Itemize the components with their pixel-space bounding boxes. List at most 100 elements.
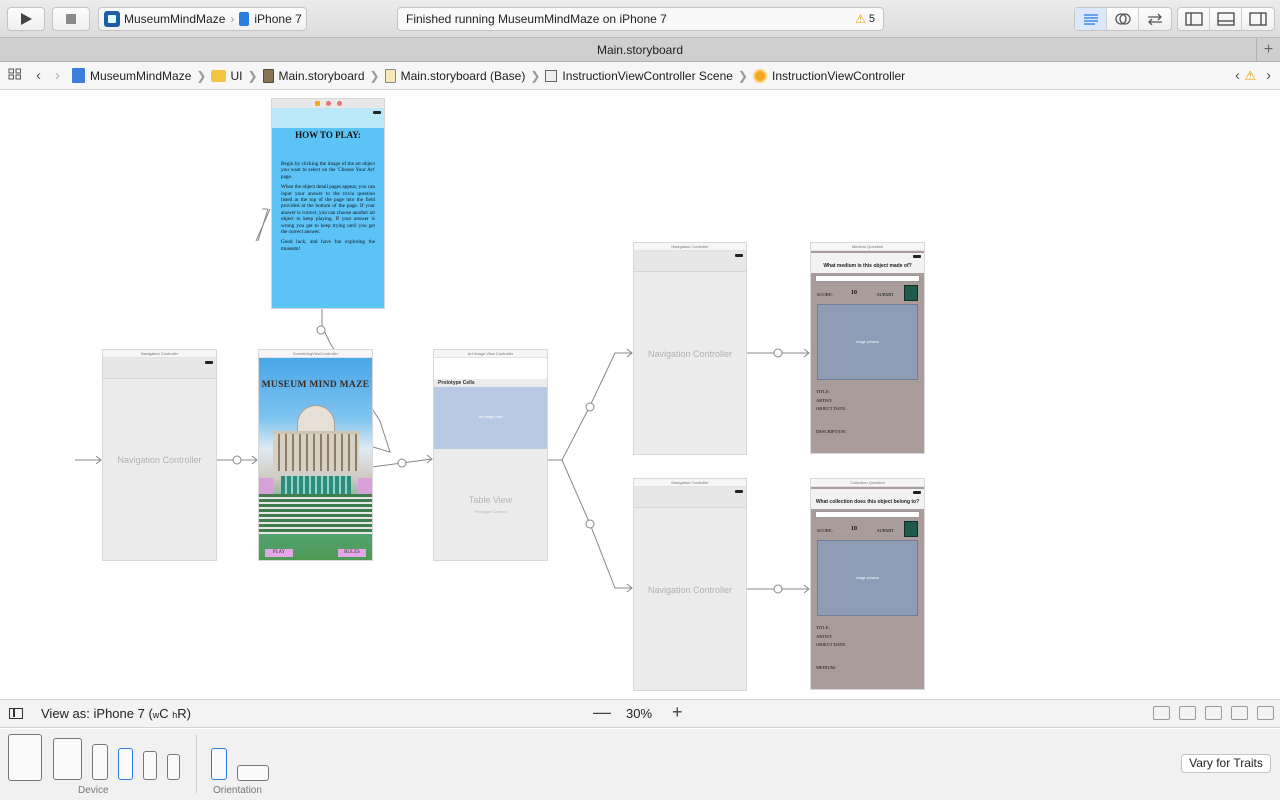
instructions-paragraph: Begin by clicking the image of the art o… <box>281 161 375 180</box>
width-trait: C <box>159 706 173 721</box>
chevron-right-icon: ❯ <box>530 68 541 83</box>
next-issue-button[interactable]: › <box>1266 67 1271 84</box>
iphone-icon <box>239 12 250 26</box>
table-view-sublabel: Prototype Content <box>474 509 507 514</box>
zoom-in-button[interactable]: + <box>672 702 683 723</box>
jump-bar: ‹ › MuseumMindMaze ❯ UI ❯ Main.storyboar… <box>0 62 1280 90</box>
ipad-device[interactable] <box>53 738 82 780</box>
meta-date: OBJECT DATE: <box>816 406 847 411</box>
pin-icon[interactable] <box>1257 706 1274 720</box>
rules-button[interactable]: RULES <box>338 549 366 557</box>
height-trait: R) <box>177 706 192 721</box>
chevron-right-icon: › <box>230 12 235 26</box>
answer-field[interactable] <box>815 275 920 282</box>
answer-field[interactable] <box>815 511 920 518</box>
stop-icon <box>66 14 76 24</box>
play-button[interactable]: PLAY <box>265 549 293 557</box>
meta-spacer <box>816 650 846 664</box>
vary-for-traits-button[interactable]: Vary for Traits <box>1181 754 1271 773</box>
breadcrumb-project[interactable]: MuseumMindMaze <box>72 68 191 83</box>
scene-label: Navigation Controller <box>647 584 733 595</box>
landscape-orientation[interactable] <box>237 765 269 781</box>
navigator-toggle-button[interactable] <box>1178 8 1210 30</box>
breadcrumb-group[interactable]: UI <box>211 69 242 83</box>
navigation-bar <box>103 358 216 379</box>
tab-main-storyboard[interactable]: Main.storyboard <box>597 43 683 57</box>
breadcrumb-view-controller[interactable]: InstructionViewController <box>752 68 906 83</box>
tab-bar: Main.storyboard + <box>0 38 1280 62</box>
zoom-out-button[interactable]: — <box>593 702 611 723</box>
meta-description: DESCRIPTION: <box>816 428 847 434</box>
bottom-panel-icon <box>1216 12 1235 26</box>
standard-editor-button[interactable] <box>1075 8 1107 30</box>
xcode-window: MuseumMindMaze › iPhone 7 Finished runni… <box>0 0 1280 800</box>
forward-button[interactable]: › <box>55 67 60 84</box>
prototype-cell[interactable]: Art Image View <box>434 387 547 449</box>
scene-icon <box>545 69 558 82</box>
breadcrumb-scene[interactable]: InstructionViewController Scene <box>545 69 733 83</box>
run-button[interactable] <box>7 7 45 31</box>
medium-question-scene[interactable]: Medium Question What medium is this obje… <box>810 242 925 454</box>
chevron-right-icon: ❯ <box>737 68 748 83</box>
breadcrumb-storyboard[interactable]: Main.storyboard <box>262 68 365 83</box>
breadcrumb-base[interactable]: Main.storyboard (Base) <box>384 68 525 83</box>
storyboard-canvas[interactable]: HOW TO PLAY: Begin by clicking the image… <box>0 91 1280 699</box>
iphone-4s-device[interactable] <box>167 754 180 780</box>
breadcrumb-label: InstructionViewController <box>771 68 906 83</box>
art-image-table-scene[interactable]: Art Image View Controller Prototype Cell… <box>433 349 548 561</box>
steps <box>259 494 372 534</box>
instruction-view-controller-scene[interactable]: HOW TO PLAY: Begin by clicking the image… <box>271 98 385 309</box>
storyboard-icon <box>262 68 274 83</box>
zoom-level: 30% <box>626 706 653 721</box>
collection-question-scene[interactable]: Collection Question What collection does… <box>810 478 925 690</box>
debug-toggle-button[interactable] <box>1210 8 1242 30</box>
warning-icon[interactable]: ⚠ <box>1244 68 1256 84</box>
iphone-se-device[interactable] <box>143 751 157 780</box>
submit-label: SUBMIT <box>877 292 895 297</box>
object-metadata: TITLE: ARTIST: OBJECT DATE: DESCRIPTION: <box>816 388 847 436</box>
document-outline-toggle[interactable] <box>9 708 23 719</box>
status-area <box>434 358 547 379</box>
embed-stack-icon[interactable] <box>1179 706 1196 720</box>
submit-button[interactable] <box>904 521 918 537</box>
right-panel-icon <box>1249 12 1267 26</box>
first-responder-icon <box>325 101 331 106</box>
scheme-selector[interactable]: MuseumMindMaze › iPhone 7 <box>98 7 307 31</box>
version-editor-button[interactable] <box>1139 8 1171 30</box>
assistant-editor-button[interactable] <box>1107 8 1139 30</box>
utilities-toggle-button[interactable] <box>1242 8 1274 30</box>
view-as-label[interactable]: View as: iPhone 7 (wC hR) <box>41 706 191 721</box>
add-tab-button[interactable]: + <box>1256 38 1280 61</box>
portrait-orientation[interactable] <box>211 748 227 780</box>
previous-issue-button[interactable]: ‹ <box>1235 67 1240 84</box>
plus-icon: + <box>1263 40 1274 58</box>
exit-icon <box>336 101 342 106</box>
iphone-plus-device[interactable] <box>92 744 108 780</box>
scene-title: Navigation Controller <box>634 479 746 487</box>
back-button[interactable]: ‹ <box>36 67 41 84</box>
breadcrumb-label: Main.storyboard <box>278 68 365 83</box>
stop-button[interactable] <box>52 7 90 31</box>
view-as-bar: View as: iPhone 7 (wC hR) — 30% + <box>0 699 1280 728</box>
iphone-7-device[interactable] <box>118 748 133 780</box>
orientation-label: Orientation <box>213 785 262 796</box>
ipad-pro-large-device[interactable] <box>8 734 42 781</box>
score-value: 10 <box>851 290 857 296</box>
instructions-paragraph: When the object detail pages appear, you… <box>281 184 375 236</box>
update-frames-icon[interactable] <box>1153 706 1170 720</box>
related-items-button[interactable] <box>8 68 22 83</box>
navigation-controller-scene-2[interactable]: Navigation Controller Navigation Control… <box>633 242 747 455</box>
submit-button[interactable] <box>904 285 918 301</box>
warning-indicator[interactable]: ⚠ 5 <box>855 12 875 26</box>
align-icon[interactable] <box>1231 706 1248 720</box>
scene-title: Navigation Controller <box>634 243 746 251</box>
toolbar: MuseumMindMaze › iPhone 7 Finished runni… <box>0 0 1280 38</box>
navigation-controller-scene-1[interactable]: Navigation Controller Navigation Control… <box>102 349 217 561</box>
navigation-controller-scene-3[interactable]: Navigation Controller Navigation Control… <box>633 478 747 691</box>
home-view-controller-scene[interactable]: SomethingViewController MUSEUM MIND MAZE… <box>258 349 373 561</box>
battery-icon <box>735 254 743 257</box>
chevron-right-icon: ❯ <box>196 68 207 83</box>
image-placeholder: image preview <box>856 340 879 344</box>
stack-view-icon[interactable] <box>1205 706 1222 720</box>
scene-title: SomethingViewController <box>259 350 372 358</box>
